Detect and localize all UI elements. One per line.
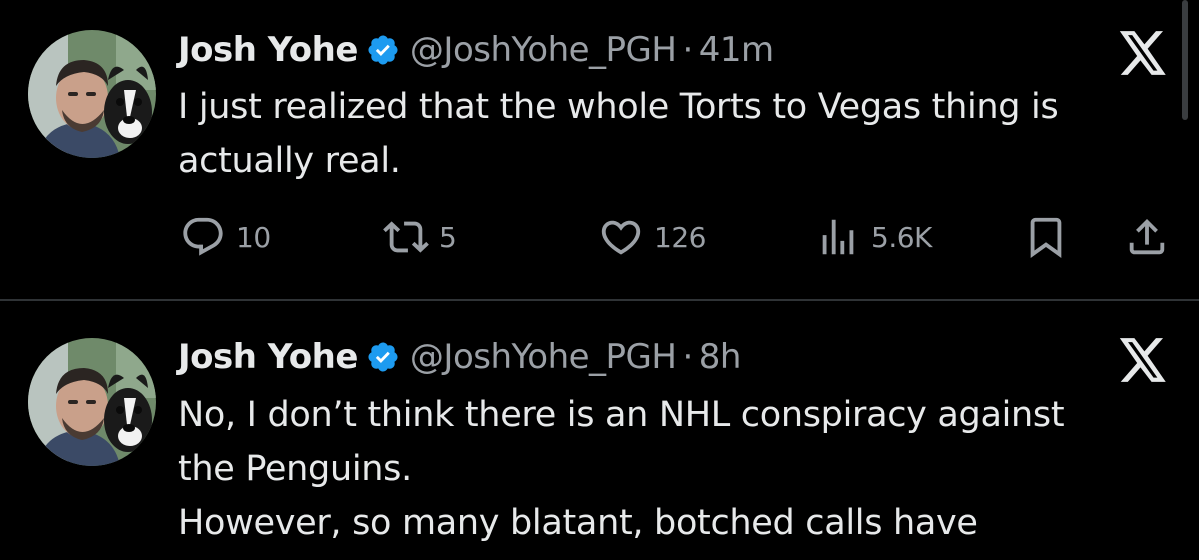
repost-button[interactable]: 5 [383, 213, 457, 261]
avatar[interactable] [28, 338, 156, 466]
tweet[interactable]: Josh Yohe @JoshYohe_PGH · 8h No, I don’t… [0, 302, 1199, 560]
tweet-divider [0, 299, 1199, 301]
tweet-text-line: actually real. [178, 141, 401, 181]
tweet-text: I just realized that the whole Torts to … [178, 80, 1178, 188]
avatar-image [28, 30, 156, 158]
tweet-text-line: No, I don’t think there is an NHL conspi… [178, 395, 1065, 435]
reply-button[interactable]: 10 [180, 213, 271, 261]
x-logo-icon [1118, 337, 1168, 383]
bookmark-button[interactable] [1023, 213, 1069, 261]
share-button[interactable] [1124, 213, 1170, 261]
timestamp[interactable]: 8h [699, 337, 742, 377]
views-button[interactable]: 5.6K [815, 213, 932, 261]
verified-badge-icon[interactable] [366, 33, 400, 67]
avatar[interactable] [28, 30, 156, 158]
tweet-header: Josh Yohe @JoshYohe_PGH · 41m [178, 28, 774, 72]
like-count: 126 [654, 220, 706, 254]
x-logo-icon [1118, 30, 1168, 76]
tweet[interactable]: Josh Yohe @JoshYohe_PGH · 41m I just rea… [0, 0, 1199, 300]
user-handle[interactable]: @JoshYohe_PGH [410, 337, 677, 377]
timestamp[interactable]: 41m [699, 30, 774, 70]
reply-icon [180, 214, 226, 260]
repost-count: 5 [439, 220, 457, 254]
avatar-image [28, 338, 156, 466]
like-button[interactable]: 126 [598, 213, 706, 261]
views-count: 5.6K [871, 220, 932, 254]
heart-icon [598, 214, 644, 260]
bookmark-icon [1023, 214, 1069, 260]
views-icon [815, 214, 861, 260]
reply-count: 10 [236, 220, 271, 254]
repost-icon [383, 214, 429, 260]
tweet-text: No, I don’t think there is an NHL conspi… [178, 388, 1178, 550]
display-name[interactable]: Josh Yohe [178, 337, 358, 377]
share-icon [1124, 214, 1170, 260]
tweet-header: Josh Yohe @JoshYohe_PGH · 8h [178, 335, 741, 379]
tweet-text-line: However, so many blatant, botched calls … [178, 503, 978, 543]
tweet-actions: 10 5 126 5.6K [178, 213, 1178, 261]
user-handle[interactable]: @JoshYohe_PGH [410, 30, 677, 70]
tweet-text-line: I just realized that the whole Torts to … [178, 87, 1059, 127]
display-name[interactable]: Josh Yohe [178, 30, 358, 70]
separator-dot: · [682, 30, 693, 70]
separator-dot: · [682, 337, 693, 377]
scrollbar[interactable] [1182, 0, 1188, 120]
verified-badge-icon[interactable] [366, 340, 400, 374]
tweet-text-line: the Penguins. [178, 449, 412, 489]
